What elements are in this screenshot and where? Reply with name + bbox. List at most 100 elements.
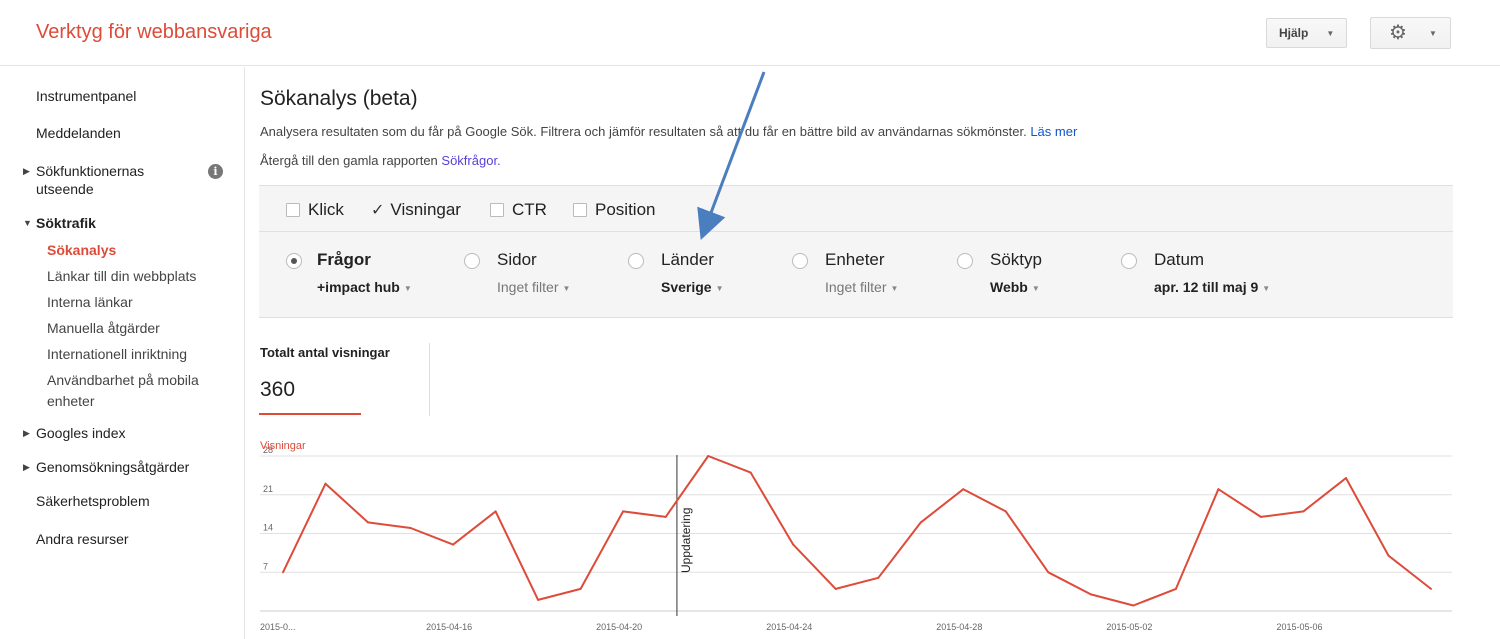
page-description: Analysera resultaten som du får på Googl… <box>260 124 1077 139</box>
chevron-down-icon: ▼ <box>1262 283 1271 293</box>
sidebar-item-google-index[interactable]: ▶ Googles index <box>23 424 126 442</box>
sidebar-item-other-resources[interactable]: Andra resurser <box>36 530 129 548</box>
filter-value: Inget filter <box>497 279 559 295</box>
dimension-filter-dropdown[interactable]: Webb ▼ <box>990 279 1040 295</box>
sidebar-item-security-issues[interactable]: Säkerhetsproblem <box>36 492 150 510</box>
total-divider <box>429 343 430 416</box>
data-point <box>749 471 752 474</box>
sidebar-item-messages[interactable]: Meddelanden <box>36 124 121 142</box>
settings-button[interactable]: ⚙ ▼ <box>1370 17 1451 49</box>
radio-unselected-icon[interactable] <box>792 253 808 269</box>
dimension-label: Enheter <box>825 250 885 269</box>
metric-ctr-checkbox[interactable]: CTR <box>490 200 547 220</box>
sidebar-item-links-to-site[interactable]: Länkar till din webbplats <box>47 266 196 287</box>
sidebar-item-search-traffic[interactable]: ▼ Söktrafik <box>23 214 96 232</box>
sidebar-item-internal-links[interactable]: Interna länkar <box>47 292 133 313</box>
total-active-indicator <box>259 413 361 415</box>
sidebar-item-crawl[interactable]: ▶ Genomsökningsåtgärder <box>23 458 190 476</box>
dimension-filter-dropdown[interactable]: apr. 12 till maj 9 ▼ <box>1154 279 1270 295</box>
radio-unselected-icon[interactable] <box>957 253 973 269</box>
data-point <box>962 488 965 491</box>
search-queries-link[interactable]: Sökfrågor. <box>441 153 500 168</box>
chevron-down-icon: ▼ <box>403 283 412 293</box>
sidebar-item-label: Genomsökningsåtgärder <box>36 459 190 475</box>
description-text: Analysera resultaten som du får på Googl… <box>260 124 1027 139</box>
data-point <box>409 526 412 529</box>
metric-label: Visningar <box>390 200 461 219</box>
sidebar-item-label: utseende <box>36 181 94 197</box>
total-impressions-value: 360 <box>260 378 296 401</box>
data-point <box>1387 554 1390 557</box>
dimension-filter-dropdown[interactable]: Sverige ▼ <box>661 279 724 295</box>
data-point <box>919 521 922 524</box>
sidebar-item-label: Sökfunktionernas <box>36 163 145 179</box>
metric-clicks-checkbox[interactable]: Klick <box>286 200 344 220</box>
data-point <box>579 587 582 590</box>
total-impressions-label: Totalt antal visningar <box>260 345 390 360</box>
dimension-filter-dropdown[interactable]: Inget filter ▼ <box>825 279 898 295</box>
checkbox-unchecked-icon <box>286 203 300 217</box>
chevron-down-icon: ▼ <box>562 283 571 293</box>
x-tick-label: 2015-04-16 <box>426 622 472 632</box>
chevron-down-icon: ▼ <box>1326 28 1335 38</box>
sidebar-item-label: enheter <box>47 393 95 409</box>
x-tick-label: 2015-04-24 <box>766 622 812 632</box>
sidebar-item-international-targeting[interactable]: Internationell inriktning <box>47 344 187 365</box>
back-to-old-report: Återgå till den gamla rapporten Sökfrågo… <box>260 153 501 168</box>
radio-unselected-icon[interactable] <box>628 253 644 269</box>
chevron-down-icon: ▼ <box>1031 283 1040 293</box>
series-line <box>282 455 1432 607</box>
metrics-row: Klick ✓ Visningar CTR Position <box>259 186 1453 232</box>
sidebar-item-dashboard[interactable]: Instrumentpanel <box>36 87 136 105</box>
learn-more-link[interactable]: Läs mer <box>1030 124 1077 139</box>
data-point <box>834 587 837 590</box>
triangle-right-icon: ▶ <box>23 428 30 438</box>
x-tick-label: 2015-05-02 <box>1106 622 1152 632</box>
sidebar-item-search-appearance[interactable]: ▶ Sökfunktionernas utseende <box>23 162 145 198</box>
sidebar-item-mobile-usability[interactable]: Användbarhet på mobila enheter <box>47 370 199 412</box>
filter-value: Inget filter <box>825 279 887 295</box>
radio-unselected-icon[interactable] <box>464 253 480 269</box>
sidebar-item-manual-actions[interactable]: Manuella åtgärder <box>47 318 160 339</box>
radio-unselected-icon[interactable] <box>1121 253 1137 269</box>
x-tick-label: 2015-05-06 <box>1276 622 1322 632</box>
data-point <box>1047 571 1050 574</box>
sidebar-item-label: Söktrafik <box>36 215 96 231</box>
data-point <box>622 510 625 513</box>
sidebar-item-search-analytics[interactable]: Sökanalys <box>47 240 116 261</box>
data-point <box>367 521 370 524</box>
chart-y-axis-label: Visningar <box>260 440 306 452</box>
data-point <box>1089 593 1092 596</box>
dimension-filter-dropdown[interactable]: Inget filter ▼ <box>497 279 570 295</box>
data-point <box>792 543 795 546</box>
data-point <box>877 576 880 579</box>
metric-position-checkbox[interactable]: Position <box>573 200 655 220</box>
dimension-label: Länder <box>661 250 714 269</box>
help-button[interactable]: Hjälp ▼ <box>1266 18 1347 48</box>
info-icon[interactable]: i <box>208 164 223 179</box>
data-point <box>324 482 327 485</box>
help-button-label: Hjälp <box>1279 26 1309 40</box>
dimension-filter-dropdown[interactable]: +impact hub ▼ <box>317 279 412 295</box>
triangle-right-icon: ▶ <box>23 166 30 176</box>
data-point <box>664 515 667 518</box>
sidebar-item-label: Googles index <box>36 425 126 441</box>
impressions-chart: Visningar 7 14 21 28 2015-0... 2015-04-16 2015… <box>255 434 1455 639</box>
radio-selected-icon[interactable] <box>286 253 302 269</box>
dimension-label: Sidor <box>497 250 537 269</box>
y-tick-label: 14 <box>263 523 273 533</box>
sidebar-item-label: Användbarhet på mobila <box>47 372 199 388</box>
metric-impressions-checkbox[interactable]: ✓ Visningar <box>371 200 461 220</box>
dimension-label: Söktyp <box>990 250 1042 269</box>
dimension-label: Datum <box>1154 250 1205 269</box>
back-text: Återgå till den gamla rapporten <box>260 153 438 168</box>
annotation-label: Uppdatering <box>679 508 693 573</box>
data-point <box>1217 488 1220 491</box>
page-title: Sökanalys (beta) <box>260 87 418 110</box>
sidebar: Instrumentpanel Meddelanden ▶ Sökfunktio… <box>0 67 245 639</box>
data-point <box>282 571 284 574</box>
chart-svg[interactable]: 71421282015-0... 2015-04-16 2015-04-20 2015… <box>255 434 1455 639</box>
filter-panel: Klick ✓ Visningar CTR Position Frågor +i… <box>259 185 1453 318</box>
app-title[interactable]: Verktyg för webbansvariga <box>36 21 272 44</box>
data-point <box>1004 510 1007 513</box>
